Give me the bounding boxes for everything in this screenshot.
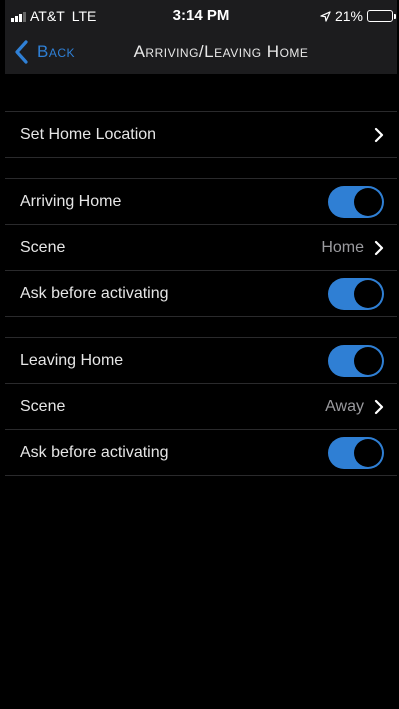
- status-bar: AT&T LTE 3:14 PM 21%: [5, 0, 397, 30]
- arriving-ask-row: Ask before activating: [5, 271, 397, 317]
- leaving-scene-value: Away: [325, 397, 364, 415]
- leaving-home-row: Leaving Home: [5, 338, 397, 384]
- page-title: Arriving/Leaving Home: [133, 42, 309, 61]
- chevron-right-icon: [374, 399, 384, 414]
- leaving-home-toggle[interactable]: [328, 344, 384, 377]
- arriving-home-row: Arriving Home: [5, 179, 397, 225]
- arriving-home-label: Arriving Home: [20, 192, 122, 210]
- section-spacer: [5, 317, 397, 338]
- leaving-ask-row: Ask before activating: [5, 430, 397, 476]
- leaving-ask-label: Ask before activating: [20, 443, 169, 461]
- navigation-bar: Back Arriving/Leaving Home: [5, 30, 397, 74]
- section-spacer: [5, 158, 397, 179]
- chevron-right-icon: [374, 127, 384, 142]
- status-right: 21%: [320, 8, 396, 24]
- arriving-ask-label: Ask before activating: [20, 284, 169, 302]
- set-home-location-label: Set Home Location: [20, 125, 157, 143]
- location-arrow-icon: [320, 10, 331, 22]
- arriving-scene-row[interactable]: Scene Home: [5, 225, 397, 271]
- settings-list: Set Home Location Arriving Home Scene Ho…: [5, 74, 397, 476]
- arriving-scene-label: Scene: [20, 238, 66, 256]
- app-screen: AT&T LTE 3:14 PM 21% Back Arriving/Leavi…: [5, 0, 397, 709]
- leaving-scene-label: Scene: [20, 397, 66, 415]
- arriving-scene-value: Home: [321, 238, 364, 256]
- arriving-ask-toggle[interactable]: [328, 277, 384, 310]
- leaving-scene-row[interactable]: Scene Away: [5, 384, 397, 430]
- battery-percent: 21%: [334, 8, 363, 24]
- set-home-location-row[interactable]: Set Home Location: [5, 112, 397, 158]
- section-spacer: [5, 74, 397, 112]
- leaving-ask-toggle[interactable]: [328, 436, 384, 469]
- arriving-home-toggle[interactable]: [328, 185, 384, 218]
- chevron-right-icon: [374, 240, 384, 255]
- leaving-home-label: Leaving Home: [20, 351, 124, 369]
- battery-icon: [367, 10, 396, 22]
